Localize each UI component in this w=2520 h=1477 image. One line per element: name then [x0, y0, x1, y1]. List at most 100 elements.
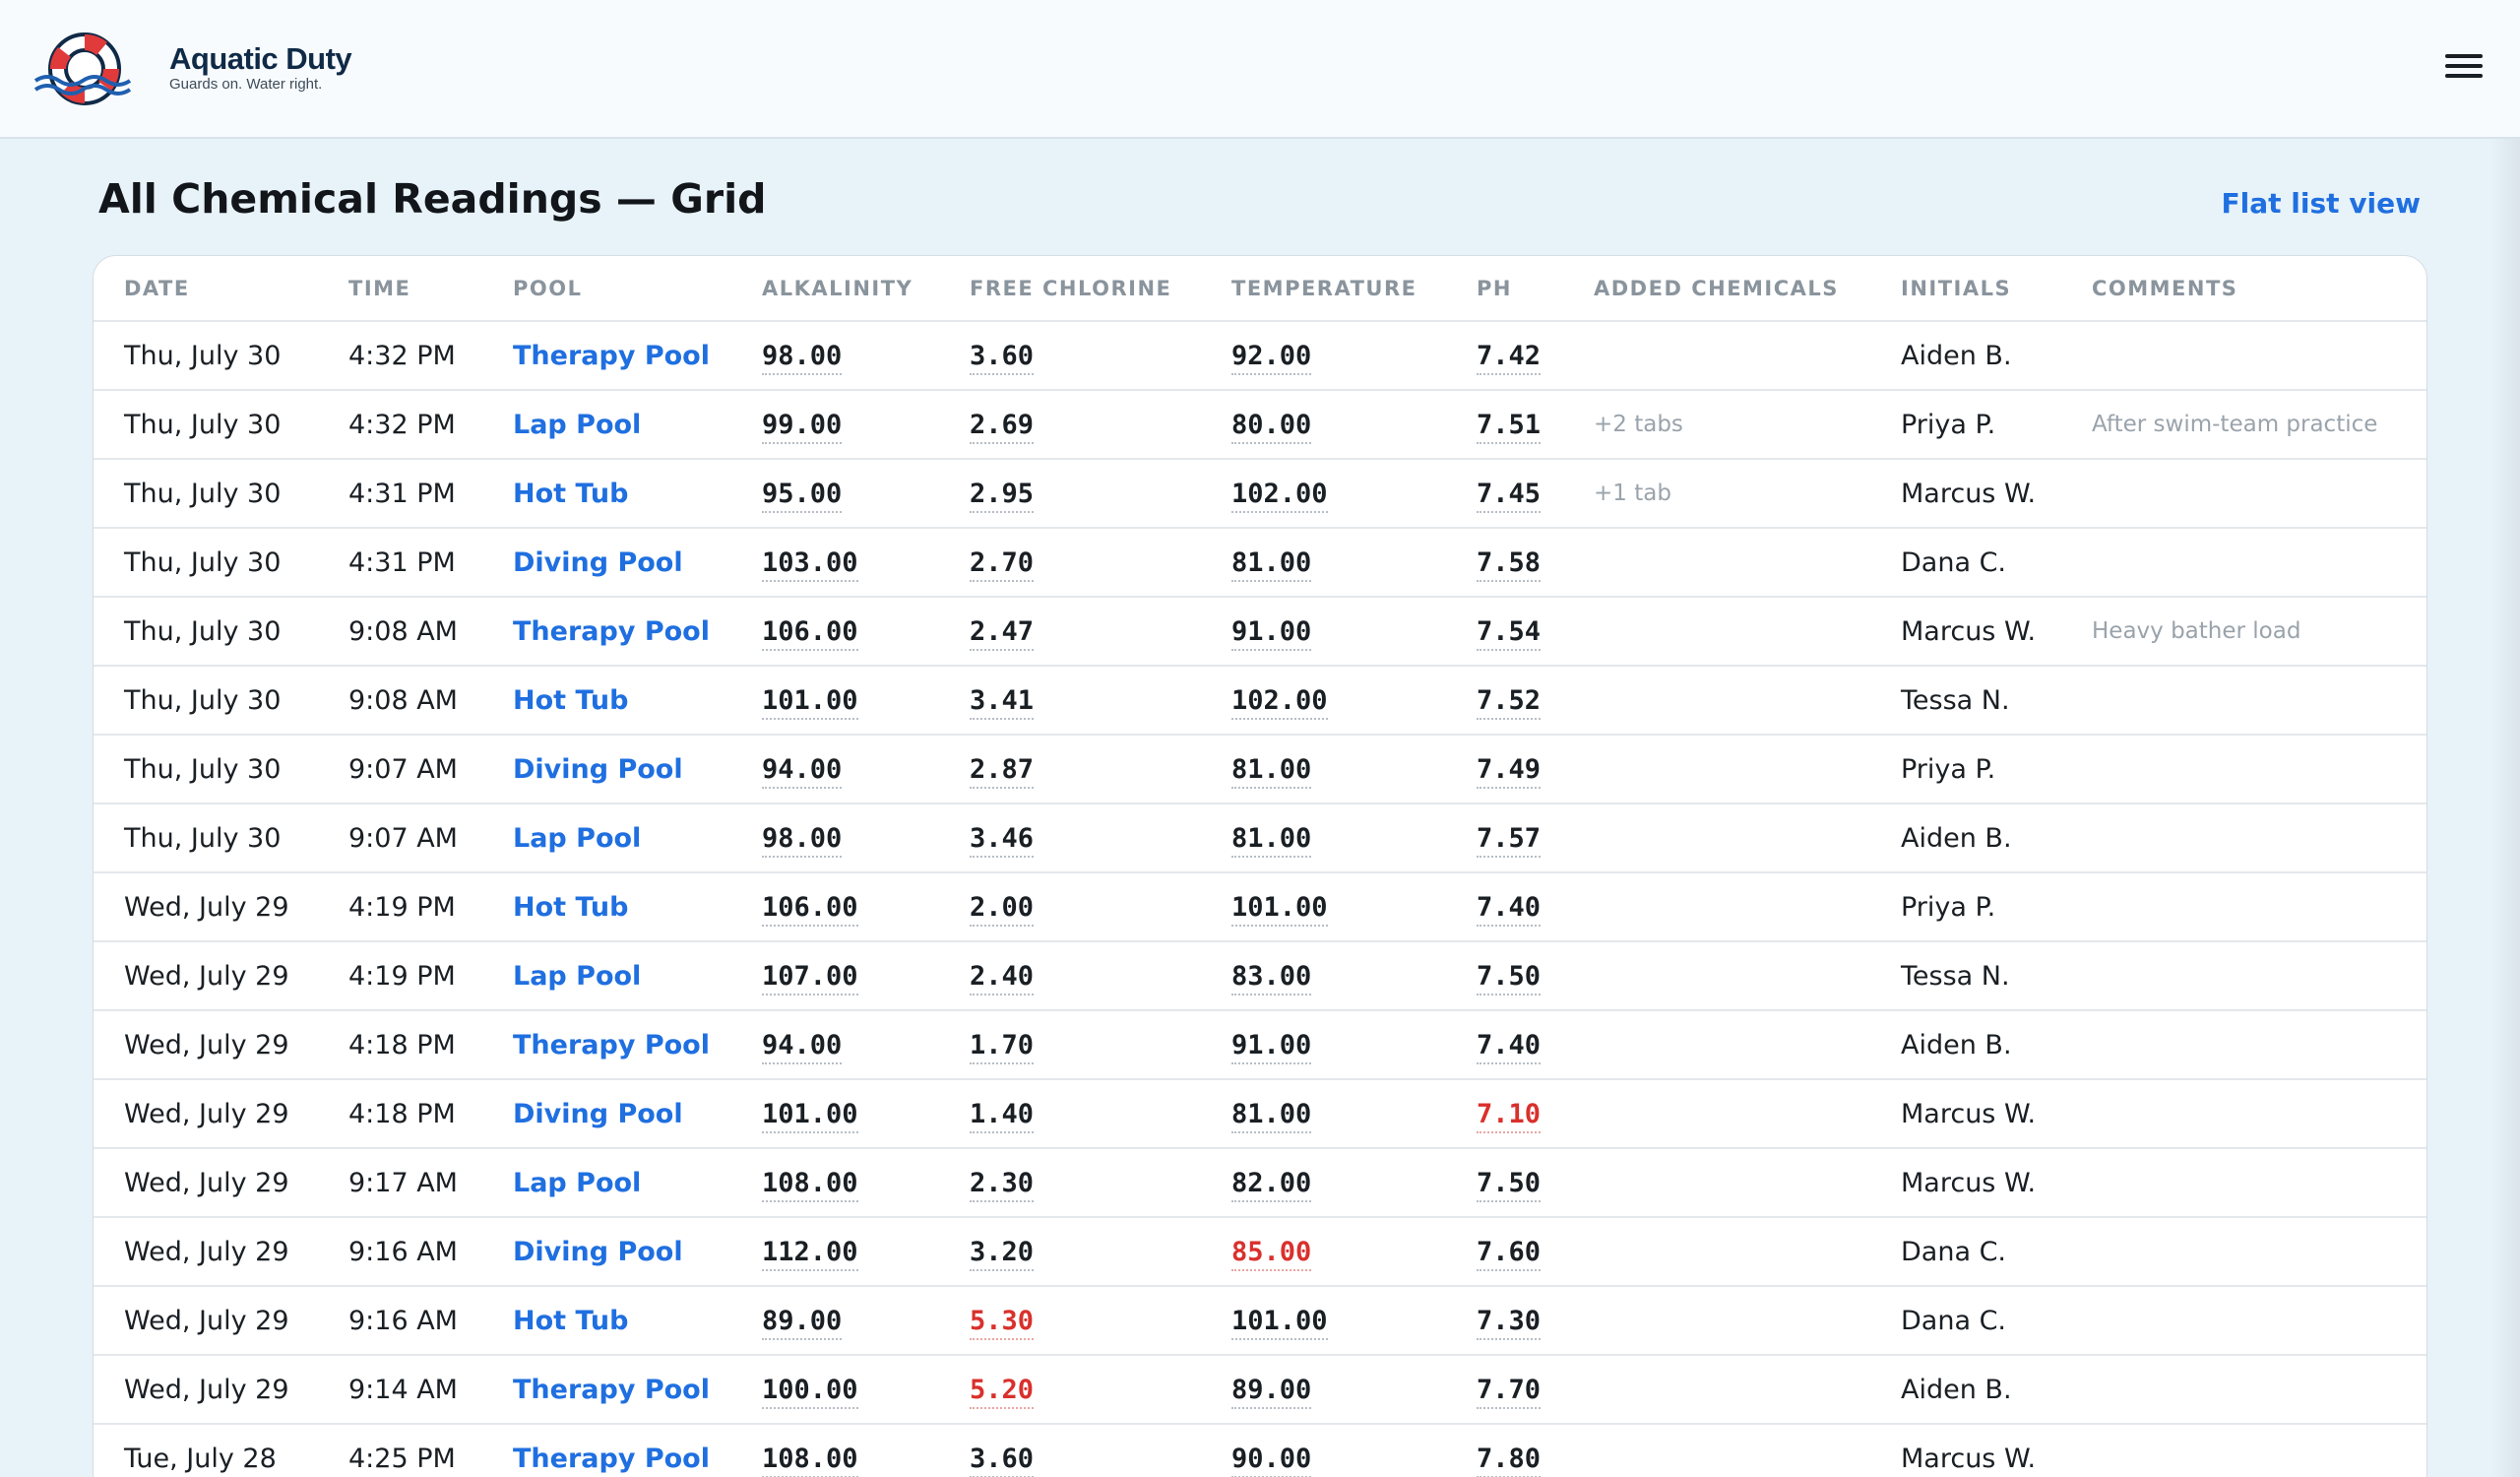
temperature-value[interactable]: 91.00 [1231, 615, 1312, 651]
temperature-value[interactable]: 89.00 [1231, 1374, 1312, 1409]
temperature-value[interactable]: 81.00 [1231, 546, 1312, 582]
col-header-temperature[interactable]: TEMPERATURE [1201, 256, 1446, 322]
ph-value[interactable]: 7.42 [1477, 340, 1542, 375]
col-header-added-chemicals[interactable]: ADDED CHEMICALS [1563, 256, 1870, 322]
ph-value[interactable]: 7.54 [1477, 615, 1542, 651]
pool-value[interactable]: Lap Pool [513, 961, 641, 992]
table-row[interactable]: Thu, July 30 9:08 AM Therapy Pool 106.00 2.4… [94, 597, 2426, 667]
temperature-value[interactable]: 85.00 [1231, 1236, 1312, 1271]
table-row[interactable]: Wed, July 29 4:18 PM Diving Pool 101.00 1.40… [94, 1079, 2426, 1149]
pool-value[interactable]: Therapy Pool [513, 1444, 710, 1474]
alkalinity-value[interactable]: 99.00 [762, 409, 843, 444]
chlorine-value[interactable]: 3.60 [970, 1443, 1035, 1477]
col-header-date[interactable]: DATE [94, 256, 318, 322]
pool-value[interactable]: Lap Pool [513, 1168, 641, 1198]
pool-value[interactable]: Lap Pool [513, 410, 641, 440]
ph-value[interactable]: 7.51 [1477, 409, 1542, 444]
chlorine-value[interactable]: 2.70 [970, 546, 1035, 582]
col-header-pool[interactable]: POOL [482, 256, 731, 322]
pool-value[interactable]: Hot Tub [513, 479, 628, 509]
pool-value[interactable]: Therapy Pool [513, 616, 710, 647]
temperature-value[interactable]: 101.00 [1231, 891, 1328, 927]
table-row[interactable]: Thu, July 30 4:32 PM Lap Pool 99.00 2.69 80.0… [94, 390, 2426, 460]
life-ring-icon[interactable] [33, 28, 132, 110]
temperature-value[interactable]: 91.00 [1231, 1029, 1312, 1064]
alkalinity-value[interactable]: 98.00 [762, 340, 843, 375]
ph-value[interactable]: 7.45 [1477, 478, 1542, 513]
temperature-value[interactable]: 81.00 [1231, 753, 1312, 789]
ph-value[interactable]: 7.30 [1477, 1305, 1542, 1340]
temperature-value[interactable]: 80.00 [1231, 409, 1312, 444]
table-row[interactable]: Thu, July 30 9:07 AM Lap Pool 98.00 3.46 81.0… [94, 803, 2426, 873]
temperature-value[interactable]: 90.00 [1231, 1443, 1312, 1477]
alkalinity-value[interactable]: 107.00 [762, 960, 858, 995]
table-row[interactable]: Wed, July 29 9:16 AM Hot Tub 89.00 5.30 101.0… [94, 1286, 2426, 1356]
alkalinity-value[interactable]: 103.00 [762, 546, 858, 582]
pool-value[interactable]: Diving Pool [513, 547, 683, 578]
temperature-value[interactable]: 83.00 [1231, 960, 1312, 995]
chlorine-value[interactable]: 3.46 [970, 822, 1035, 858]
alkalinity-value[interactable]: 89.00 [762, 1305, 843, 1340]
temperature-value[interactable]: 101.00 [1231, 1305, 1328, 1340]
alkalinity-value[interactable]: 112.00 [762, 1236, 858, 1271]
table-row[interactable]: Tue, July 28 4:25 PM Therapy Pool 108.00 3.6… [94, 1424, 2426, 1477]
pool-value[interactable]: Therapy Pool [513, 1375, 710, 1405]
flat-list-view-link[interactable]: Flat list view [2222, 187, 2421, 220]
chlorine-value[interactable]: 3.60 [970, 340, 1035, 375]
chlorine-value[interactable]: 2.47 [970, 615, 1035, 651]
table-row[interactable]: Wed, July 29 4:19 PM Hot Tub 106.00 2.00 101.… [94, 872, 2426, 942]
table-row[interactable]: Wed, July 29 9:17 AM Lap Pool 108.00 2.30 82.… [94, 1148, 2426, 1218]
alkalinity-value[interactable]: 95.00 [762, 478, 843, 513]
ph-value[interactable]: 7.50 [1477, 1167, 1542, 1202]
alkalinity-value[interactable]: 101.00 [762, 684, 858, 720]
chlorine-value[interactable]: 1.70 [970, 1029, 1035, 1064]
ph-value[interactable]: 7.49 [1477, 753, 1542, 789]
table-row[interactable]: Thu, July 30 9:08 AM Hot Tub 101.00 3.41 102.… [94, 666, 2426, 736]
chlorine-value[interactable]: 2.95 [970, 478, 1035, 513]
chlorine-value[interactable]: 2.69 [970, 409, 1035, 444]
temperature-value[interactable]: 102.00 [1231, 478, 1328, 513]
temperature-value[interactable]: 81.00 [1231, 822, 1312, 858]
chlorine-value[interactable]: 2.00 [970, 891, 1035, 927]
pool-value[interactable]: Lap Pool [513, 823, 641, 854]
chlorine-value[interactable]: 2.87 [970, 753, 1035, 789]
alkalinity-value[interactable]: 94.00 [762, 1029, 843, 1064]
pool-value[interactable]: Diving Pool [513, 1237, 683, 1267]
alkalinity-value[interactable]: 106.00 [762, 891, 858, 927]
table-row[interactable]: Thu, July 30 4:31 PM Diving Pool 103.00 2.70… [94, 528, 2426, 598]
col-header-comments[interactable]: COMMENTS [2061, 256, 2426, 322]
chlorine-value[interactable]: 2.40 [970, 960, 1035, 995]
chlorine-value[interactable]: 5.20 [970, 1374, 1035, 1409]
alkalinity-value[interactable]: 108.00 [762, 1167, 858, 1202]
pool-value[interactable]: Hot Tub [513, 1306, 628, 1336]
hamburger-menu-icon[interactable] [2445, 54, 2483, 84]
table-row[interactable]: Thu, July 30 4:31 PM Hot Tub 95.00 2.95 102.0… [94, 459, 2426, 529]
ph-value[interactable]: 7.60 [1477, 1236, 1542, 1271]
table-row[interactable]: Wed, July 29 9:16 AM Diving Pool 112.00 3.20… [94, 1217, 2426, 1287]
pool-value[interactable]: Diving Pool [513, 754, 683, 785]
table-row[interactable]: Wed, July 29 4:19 PM Lap Pool 107.00 2.40 83.… [94, 941, 2426, 1011]
alkalinity-value[interactable]: 101.00 [762, 1098, 858, 1133]
ph-value[interactable]: 7.50 [1477, 960, 1542, 995]
pool-value[interactable]: Hot Tub [513, 892, 628, 923]
temperature-value[interactable]: 92.00 [1231, 340, 1312, 375]
temperature-value[interactable]: 82.00 [1231, 1167, 1312, 1202]
col-header-alkalinity[interactable]: ALKALINITY [731, 256, 939, 322]
table-row[interactable]: Thu, July 30 4:32 PM Therapy Pool 98.00 3.60… [94, 321, 2426, 391]
ph-value[interactable]: 7.58 [1477, 546, 1542, 582]
brand-name[interactable]: Aquatic Duty [169, 41, 352, 77]
ph-value[interactable]: 7.52 [1477, 684, 1542, 720]
col-header-free-chlorine[interactable]: FREE CHLORINE [939, 256, 1201, 322]
temperature-value[interactable]: 81.00 [1231, 1098, 1312, 1133]
ph-value[interactable]: 7.70 [1477, 1374, 1542, 1409]
pool-value[interactable]: Therapy Pool [513, 341, 710, 371]
ph-value[interactable]: 7.40 [1477, 891, 1542, 927]
alkalinity-value[interactable]: 108.00 [762, 1443, 858, 1477]
pool-value[interactable]: Hot Tub [513, 685, 628, 716]
col-header-time[interactable]: TIME [318, 256, 482, 322]
ph-value[interactable]: 7.80 [1477, 1443, 1542, 1477]
pool-value[interactable]: Therapy Pool [513, 1030, 710, 1060]
chlorine-value[interactable]: 2.30 [970, 1167, 1035, 1202]
chlorine-value[interactable]: 5.30 [970, 1305, 1035, 1340]
temperature-value[interactable]: 102.00 [1231, 684, 1328, 720]
